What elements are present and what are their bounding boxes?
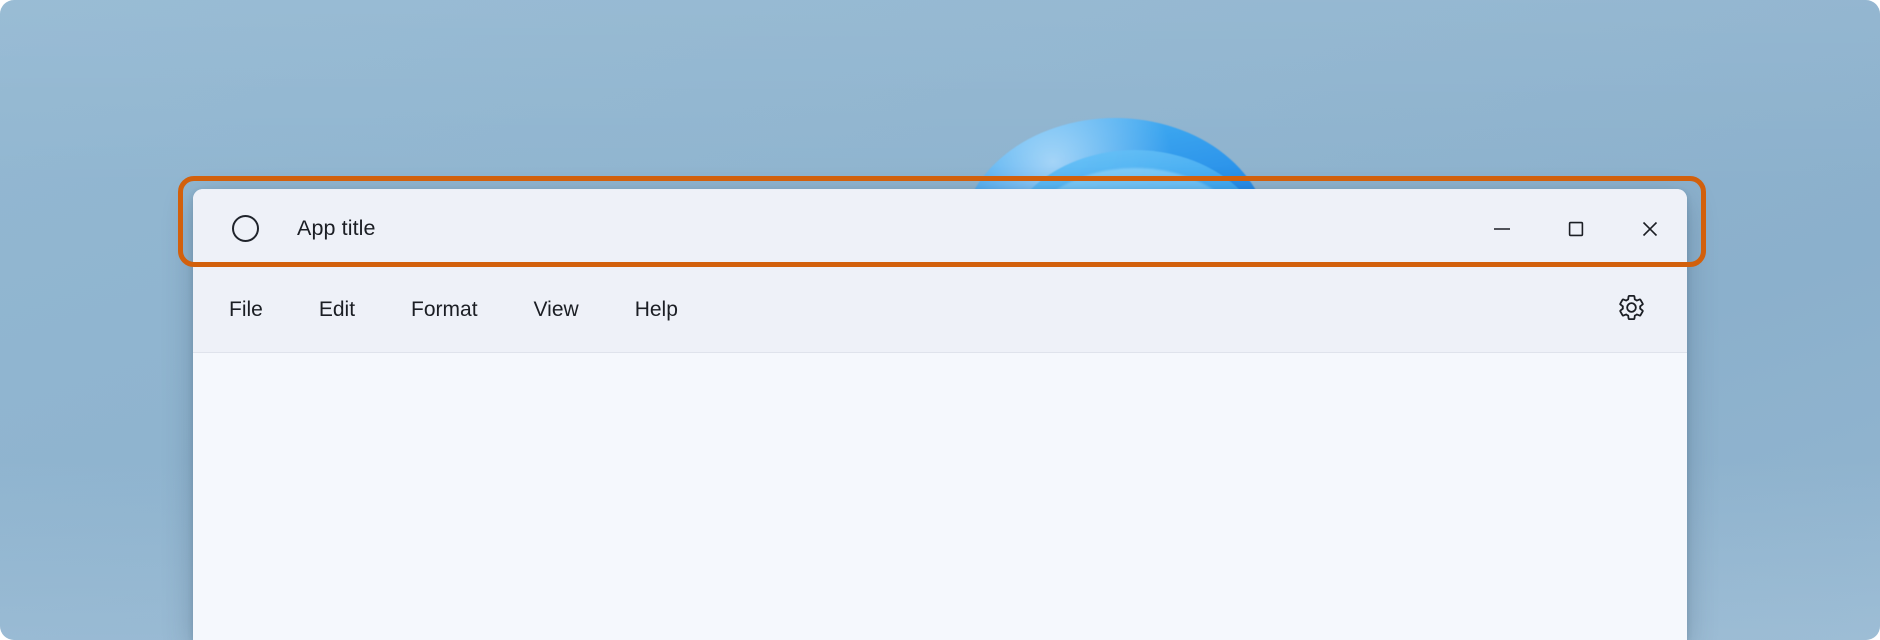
menu-item-edit[interactable]: Edit [297, 290, 377, 330]
close-button[interactable] [1613, 189, 1687, 268]
circle-icon [232, 215, 259, 242]
maximize-button[interactable] [1539, 189, 1613, 268]
menu-item-help[interactable]: Help [613, 290, 700, 330]
window-controls [1465, 189, 1687, 268]
close-icon [1638, 217, 1662, 241]
menu-item-format[interactable]: Format [389, 290, 500, 330]
menu-item-list: File Edit Format View Help [193, 290, 706, 330]
maximize-icon [1564, 217, 1588, 241]
gear-icon [1617, 293, 1646, 327]
desktop-background: App title File Edit Format View Help [0, 0, 1880, 640]
page-title: App title [297, 216, 376, 240]
minimize-button[interactable] [1465, 189, 1539, 268]
menu-bar: File Edit Format View Help [193, 268, 1687, 353]
title-bar[interactable]: App title [193, 189, 1687, 268]
content-area[interactable] [193, 353, 1687, 640]
application-window: App title File Edit Format View Help [193, 189, 1687, 640]
settings-button[interactable] [1609, 288, 1653, 332]
menu-item-file[interactable]: File [207, 290, 285, 330]
minimize-icon [1490, 217, 1514, 241]
menu-item-view[interactable]: View [512, 290, 601, 330]
